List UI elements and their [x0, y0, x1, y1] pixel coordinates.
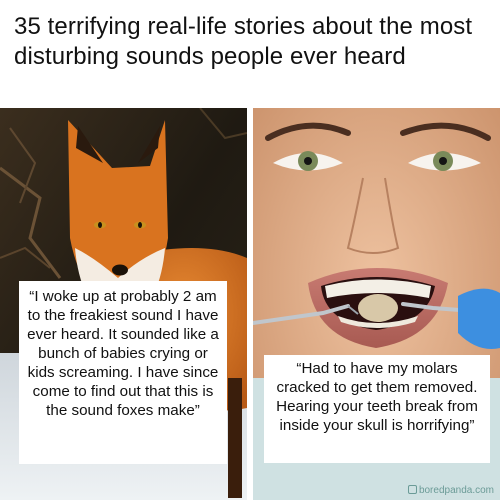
- headline: 35 terrifying real-life stories about th…: [14, 13, 473, 70]
- watermark: boredpanda.com: [407, 485, 494, 496]
- story-panel-teeth: “Had to have my molars cracked to get th…: [253, 108, 500, 500]
- story-caption-fox: “I woke up at probably 2 am to the freak…: [19, 281, 227, 464]
- watermark-text: boredpanda.com: [418, 485, 494, 496]
- story-panel-fox: “I woke up at probably 2 am to the freak…: [0, 108, 247, 500]
- header: 35 terrifying real-life stories about th…: [0, 0, 500, 108]
- boredpanda-logo-icon: [407, 485, 417, 494]
- story-caption-teeth: “Had to have my molars cracked to get th…: [264, 355, 490, 463]
